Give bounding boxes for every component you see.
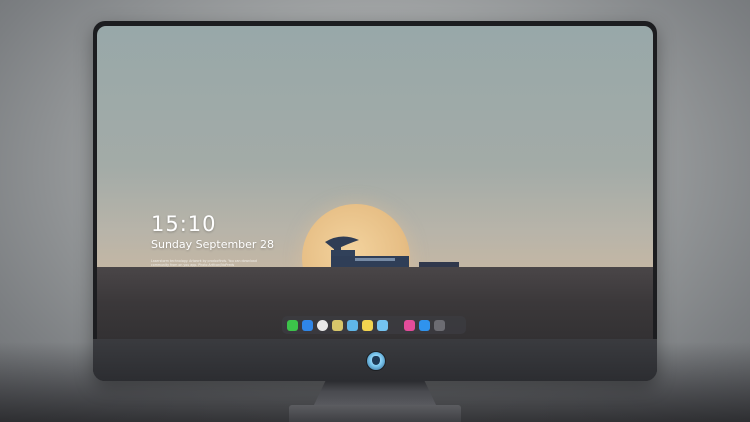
messages-icon[interactable] [287,319,298,331]
dock [282,316,466,334]
lockscreen-date: Sunday September 28 [151,238,274,251]
stickies-icon[interactable] [362,319,373,331]
notes-icon[interactable] [332,319,343,331]
lockscreen-credit: Laserstorm technology. Artwork by prodoc… [151,259,257,268]
clock-icon[interactable] [317,319,328,331]
finder-icon[interactable] [347,319,358,331]
camera-icon[interactable] [434,319,445,331]
lockscreen-time: 15:10 [151,212,217,236]
monitor-stand-neck [313,381,437,407]
photos-icon[interactable] [377,319,388,331]
music-icon[interactable] [404,319,415,331]
monitor-stand-base [289,405,461,422]
app-store-icon[interactable] [419,319,430,331]
mail-icon[interactable] [302,319,313,331]
monitor-logo-icon [366,351,386,371]
screen: 15:10 Sunday September 28 Laserstorm tec… [97,26,653,339]
